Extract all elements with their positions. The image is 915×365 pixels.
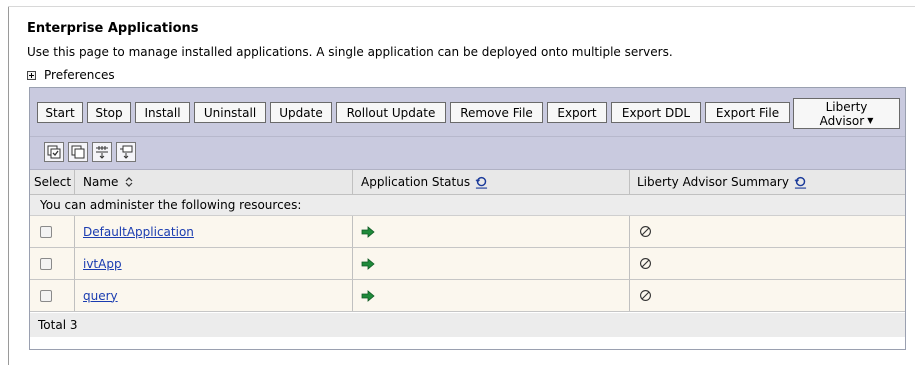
select-all-icon[interactable] [44, 142, 64, 162]
column-divider [352, 248, 353, 279]
row-select-checkbox[interactable] [40, 225, 52, 238]
refresh-icon[interactable] [794, 176, 807, 189]
page-description: Use this page to manage installed applic… [27, 45, 673, 59]
status-column-header[interactable]: Application Status [361, 170, 488, 194]
liberty-advisor-label-line1: Liberty [825, 99, 868, 114]
install-button[interactable]: Install [135, 102, 190, 123]
column-divider [629, 216, 630, 247]
export-ddl-button[interactable]: Export DDL [611, 102, 701, 123]
refresh-icon[interactable] [475, 176, 488, 189]
total-count: Total 3 [38, 318, 78, 332]
application-link[interactable]: query [83, 289, 118, 303]
preferences-toggle[interactable]: Preferences [27, 68, 115, 82]
resources-info-row: You can administer the following resourc… [30, 195, 905, 216]
column-divider [352, 216, 353, 247]
column-divider [352, 170, 353, 194]
not-applicable-icon [640, 258, 651, 269]
not-applicable-icon [640, 290, 651, 301]
liberty-advisor-dropdown[interactable]: Liberty Advisor ▼ [793, 98, 900, 129]
table-header: Select Name Application Status Liberty A… [30, 170, 905, 195]
name-column-header[interactable]: Name [83, 170, 134, 194]
table-row: DefaultApplication [30, 216, 905, 248]
table-footer: Total 3 [30, 313, 905, 337]
started-arrow-icon [361, 225, 375, 238]
column-divider [74, 280, 75, 311]
preferences-label[interactable]: Preferences [44, 68, 115, 82]
resources-info-text: You can administer the following resourc… [40, 198, 302, 212]
stop-button[interactable]: Stop [87, 102, 131, 123]
started-arrow-icon [361, 257, 375, 270]
deselect-all-icon[interactable] [68, 142, 88, 162]
rollout-update-button[interactable]: Rollout Update [336, 102, 446, 123]
row-select-checkbox[interactable] [40, 257, 52, 270]
page-title: Enterprise Applications [27, 21, 199, 36]
table-icon-toolbar [30, 137, 905, 170]
export-button[interactable]: Export [547, 102, 607, 123]
liberty-advisor-label-line2: Advisor [819, 113, 865, 128]
uninstall-button[interactable]: Uninstall [194, 102, 266, 123]
summary-column-header[interactable]: Liberty Advisor Summary [637, 170, 807, 194]
select-column-header: Select [34, 175, 72, 189]
column-divider [74, 216, 75, 247]
application-link[interactable]: ivtApp [83, 257, 122, 271]
update-button[interactable]: Update [270, 102, 332, 123]
column-divider [74, 248, 75, 279]
remove-file-button[interactable]: Remove File [450, 102, 543, 123]
status-header-label[interactable]: Application Status [361, 175, 470, 189]
column-divider [629, 248, 630, 279]
content-frame-top-border [8, 6, 915, 7]
action-toolbar: Start Stop Install Uninstall Update Roll… [30, 88, 905, 137]
content-frame-border [8, 6, 9, 365]
summary-header-label[interactable]: Liberty Advisor Summary [637, 175, 789, 189]
column-divider [352, 280, 353, 311]
row-select-checkbox[interactable] [40, 289, 52, 302]
column-divider [629, 170, 630, 194]
started-arrow-icon [361, 289, 375, 302]
table-row: ivtApp [30, 248, 905, 280]
applications-panel: Start Stop Install Uninstall Update Roll… [29, 87, 906, 350]
column-divider [74, 170, 75, 194]
name-header-label[interactable]: Name [83, 175, 118, 189]
sort-icon[interactable] [124, 176, 134, 188]
clear-filter-icon[interactable] [116, 142, 136, 162]
export-file-button[interactable]: Export File [705, 102, 790, 123]
show-filter-icon[interactable] [92, 142, 112, 162]
column-divider [629, 280, 630, 311]
chevron-down-icon: ▼ [867, 115, 874, 125]
expand-icon[interactable] [27, 70, 36, 80]
application-link[interactable]: DefaultApplication [83, 225, 194, 239]
start-button[interactable]: Start [37, 102, 83, 123]
table-row: query [30, 280, 905, 312]
not-applicable-icon [640, 226, 651, 237]
